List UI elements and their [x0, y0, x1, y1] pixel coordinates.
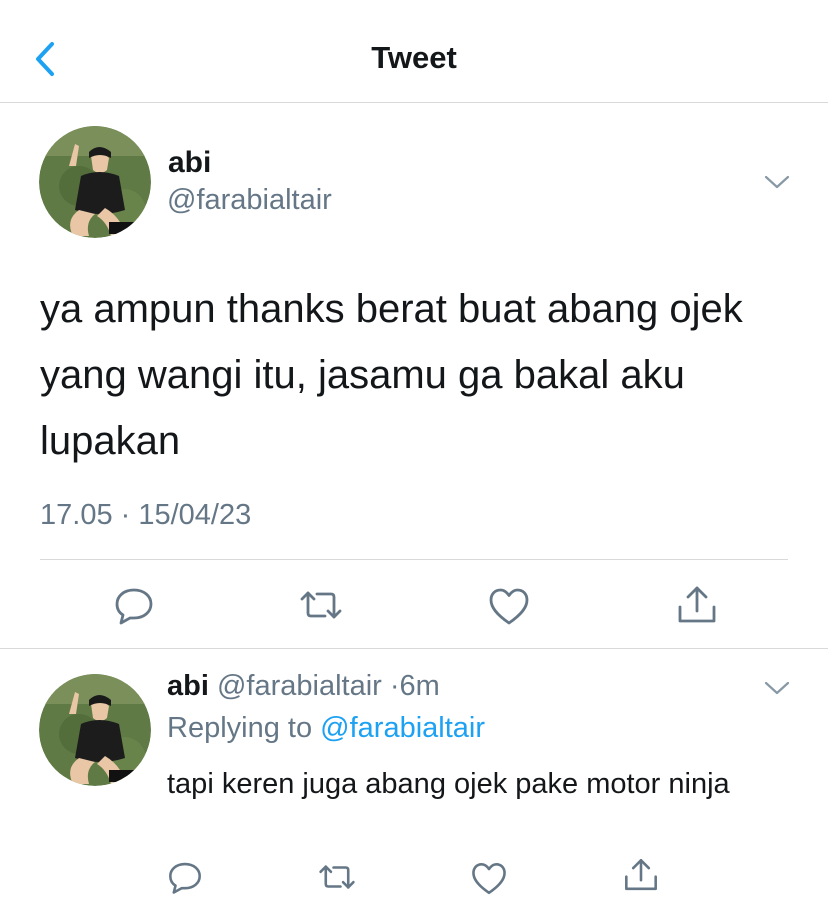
author-name[interactable]: abi — [167, 670, 209, 702]
like-icon[interactable] — [470, 860, 508, 898]
avatar[interactable] — [39, 126, 151, 238]
like-icon[interactable] — [487, 585, 531, 629]
tweet-text: ya ampun thanks berat buat abang ojek ya… — [40, 287, 743, 463]
top-bar: Tweet — [0, 0, 828, 103]
reply-time: 6m — [399, 670, 440, 702]
chevron-down-icon[interactable] — [762, 172, 792, 192]
replying-to-label: Replying to — [167, 712, 313, 744]
share-icon[interactable] — [622, 856, 660, 894]
retweet-icon[interactable] — [299, 583, 343, 627]
avatar-photo — [39, 126, 151, 238]
avatar-photo — [39, 674, 151, 786]
separator-dot: · — [389, 670, 400, 702]
author-handle[interactable]: @farabialtair — [167, 184, 332, 217]
author-name[interactable]: abi — [168, 146, 211, 180]
reply-text: tapi keren juga abang ojek pake motor ni… — [167, 768, 730, 800]
replying-to-link[interactable]: @farabialtair — [320, 712, 485, 744]
reply-tweet[interactable]: abi @farabialtair ·6m Replying to @farab… — [0, 650, 828, 909]
author-handle[interactable]: @farabialtair — [217, 670, 382, 702]
main-tweet: abi @farabialtair ya ampun thanks berat … — [0, 104, 828, 649]
share-icon[interactable] — [675, 583, 719, 627]
retweet-icon[interactable] — [318, 858, 356, 896]
reply-header: abi @farabialtair ·6m — [167, 670, 440, 703]
replying-to: Replying to @farabialtair — [167, 712, 485, 745]
page-title: Tweet — [371, 40, 457, 75]
divider — [40, 559, 788, 560]
chevron-down-icon[interactable] — [762, 678, 792, 698]
reply-icon[interactable] — [166, 858, 204, 896]
tweet-timestamp[interactable]: 17.05 · 15/04/23 — [40, 499, 251, 532]
reply-icon[interactable] — [112, 583, 156, 627]
avatar[interactable] — [39, 674, 151, 786]
